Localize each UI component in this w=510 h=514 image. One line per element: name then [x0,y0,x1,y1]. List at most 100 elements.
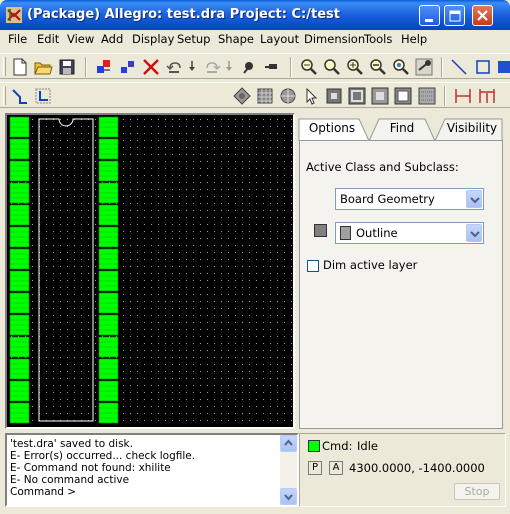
toolbar-separator [290,57,292,77]
add-rectangle-button[interactable] [472,56,494,78]
delete-button[interactable] [140,56,162,78]
new-button[interactable] [9,56,31,78]
zoom-fit-icon [324,59,340,75]
zoom-points-button[interactable] [298,56,320,78]
dimension-datum-icon [479,89,495,103]
menu-edit[interactable]: Edit [37,32,59,46]
select-box-button[interactable] [346,85,368,107]
select-box-icon [348,87,366,105]
control-panel: Options Find Visibility Active Class and… [297,113,505,430]
console-scrollbar[interactable] [280,435,297,505]
dimension-linear-icon [455,89,471,103]
unfix-button[interactable] [261,56,283,78]
scroll-down-button[interactable] [280,488,297,505]
zoom-world-icon [393,59,409,75]
zoom-fit-button[interactable] [321,56,343,78]
console-line: E- Error(s) occurred... check logfile. [10,450,196,462]
zoom-out-button[interactable] [367,56,389,78]
add-connect-button[interactable] [9,85,31,107]
chevron-down-icon [284,494,293,501]
zoom-previous-icon [415,58,433,76]
options-tab-content: Active Class and Subclass: Board Geometr… [299,140,503,429]
zoom-previous-button[interactable] [413,56,435,78]
dim-active-checkbox[interactable] [307,260,319,272]
p-button[interactable]: P [308,461,322,475]
raster-icon [418,87,436,105]
command-prompt[interactable]: Command > [10,486,76,498]
copy-button[interactable] [117,56,139,78]
subclass-color-chip [340,226,351,240]
add-text-button[interactable] [495,56,510,78]
design-canvas[interactable] [5,113,295,429]
command-console[interactable]: 'test.dra' saved to disk. E- Error(s) oc… [5,433,299,507]
tab-find[interactable]: Find [377,117,427,141]
circle-select-button[interactable] [277,85,299,107]
close-button[interactable] [472,5,493,26]
class-dropdown-value: Board Geometry [340,192,435,206]
tab-options[interactable]: Options [303,117,361,141]
fix-button[interactable] [238,56,260,78]
copy-icon [121,61,134,73]
menu-help[interactable]: Help [401,32,427,46]
window-title: (Package) Allegro: test.dra Project: C:/… [27,7,340,22]
chevron-down-icon [466,190,482,208]
window-select-icon [371,87,389,105]
move-icon [97,60,110,73]
rectangle-select-button[interactable] [392,85,414,107]
menu-file[interactable]: File [8,32,27,46]
maximize-icon [449,10,461,22]
toolbar-row-1 [0,53,510,79]
zoom-in-icon [347,59,363,75]
toolbar-grip[interactable] [3,86,6,105]
subclass-color-swatch[interactable] [314,224,327,237]
place-symbol-button[interactable] [231,85,253,107]
menu-setup[interactable]: Setup [177,32,210,46]
maximize-button[interactable] [444,5,465,26]
zoom-out-icon [370,59,386,75]
tab-visibility[interactable]: Visibility [443,117,501,141]
toolbar-separator [444,86,446,106]
save-disk-icon [59,59,75,75]
menu-dimension[interactable]: Dimension [304,32,365,46]
zoom-in-button[interactable] [344,56,366,78]
console-line: 'test.dra' saved to disk. [10,438,133,450]
scroll-up-button[interactable] [280,435,297,452]
pin-unfix-icon [265,64,277,69]
place-pin-icon [326,88,342,104]
toolbar-grip[interactable] [3,57,6,76]
title-bar: (Package) Allegro: test.dra Project: C:/… [0,0,510,30]
menu-display[interactable]: Display [132,32,174,46]
grid-button[interactable] [254,85,276,107]
stop-button[interactable]: Stop [454,483,500,500]
window-select-button[interactable] [369,85,391,107]
dimension-linear-button[interactable] [452,85,474,107]
menu-add[interactable]: Add [101,32,123,46]
menu-tools[interactable]: Tools [364,32,392,46]
console-line: E- Command not found: xhilite [10,462,171,474]
right-pad-column [98,116,119,424]
move-button[interactable] [93,56,115,78]
add-pin-button[interactable] [32,85,54,107]
allegro-app-icon[interactable] [6,7,22,23]
dimension-datum-button[interactable] [476,85,498,107]
add-line-button[interactable] [448,56,470,78]
add-text-icon [498,61,510,73]
class-dropdown[interactable]: Board Geometry [335,188,484,210]
save-button[interactable] [56,56,78,78]
menu-shape[interactable]: Shape [218,32,254,46]
active-class-label: Active Class and Subclass: [306,160,459,174]
pointer-button[interactable] [299,85,321,107]
menu-view[interactable]: View [67,32,94,46]
open-button[interactable] [32,56,54,78]
raster-button[interactable] [416,85,438,107]
a-button[interactable]: A [329,461,343,475]
subclass-dropdown[interactable]: Outline [335,222,484,244]
add-pin-icon [35,88,51,104]
place-pin-button[interactable] [323,85,345,107]
zoom-world-button[interactable] [390,56,412,78]
menu-layout[interactable]: Layout [260,32,299,46]
grid-icon [257,88,273,104]
toolbar-separator [441,57,443,77]
minimize-button[interactable] [419,5,440,26]
minimize-icon [425,19,433,22]
